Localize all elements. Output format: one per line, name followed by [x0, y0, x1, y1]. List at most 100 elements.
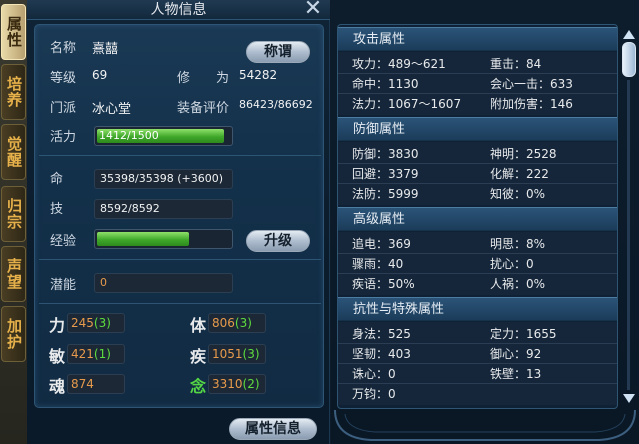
attribute-value: 1051(3)	[208, 344, 266, 364]
scroll-up-arrow-icon[interactable]	[623, 30, 635, 39]
attribute-base: 806	[212, 316, 235, 330]
attribute-entry: 坚韧：403	[352, 347, 411, 361]
attribute-base: 245	[71, 316, 94, 330]
divider	[39, 259, 321, 260]
exp-label: 经验	[50, 234, 77, 249]
title-button[interactable]: 称谓	[246, 41, 310, 63]
attribute-entry: 明思：8%	[490, 237, 546, 251]
attribute-bonus: (3)	[93, 316, 111, 330]
attribute-base: 421	[71, 347, 94, 361]
attribute-entry: 重击：84	[490, 57, 542, 71]
row-separator	[338, 383, 617, 384]
attribute-entry: 知彼：0%	[490, 187, 546, 201]
row-separator	[338, 343, 617, 344]
potential-label: 潜能	[50, 278, 77, 293]
side-tab-3[interactable]: 归宗	[1, 186, 26, 242]
attribute-label: 体	[190, 316, 207, 335]
gear-score-label: 装备评价	[177, 101, 230, 116]
attribute-label: 念	[190, 377, 207, 396]
hp-value: 35398/35398 (+3600)	[94, 169, 233, 189]
attribute-entry: 化解：222	[490, 167, 549, 181]
attribute-bonus: (2)	[242, 377, 260, 391]
exp-bar-fill	[97, 232, 189, 246]
character-info-panel: 人物信息 ✕ 名称 熹囍 称谓 等级 69 修 为 54282 门派 冰心堂 装…	[27, 0, 330, 444]
side-tab-0[interactable]: 属性	[1, 4, 26, 60]
gear-score-value: 86423/86692	[239, 98, 313, 111]
attribute-base: 1051	[212, 347, 243, 361]
side-tab-1[interactable]: 培养	[1, 64, 26, 120]
attribute-entry: 定力：1655	[490, 327, 557, 341]
vitality-value: 1412/1500	[99, 129, 159, 142]
frame-ornament	[334, 410, 636, 441]
row-separator	[338, 363, 617, 364]
attribute-info-button[interactable]: 属性信息	[229, 418, 317, 440]
attribute-entry: 身法：525	[352, 327, 411, 341]
attribute-detail-panel: 攻击属性 攻力：489～621 重击：84 命中：1130 会心一击：633 法力：106…	[331, 0, 639, 444]
attribute-entry: 御心：92	[490, 347, 542, 361]
section-header: 高级属性	[338, 207, 617, 231]
attribute-entry: 回避：3379	[352, 167, 419, 181]
level-value: 69	[92, 68, 108, 82]
attribute-entry: 扰心：0	[490, 257, 534, 271]
attribute-entry: 骤雨：40	[352, 257, 404, 271]
sect-label: 门派	[50, 101, 77, 116]
row-separator	[338, 273, 617, 274]
attribute-list: 攻击属性 攻力：489～621 重击：84 命中：1130 会心一击：633 法力：106…	[337, 24, 618, 409]
attribute-value: 421(1)	[67, 344, 125, 364]
attribute-entry: 防御：3830	[352, 147, 419, 161]
upgrade-button[interactable]: 升级	[246, 230, 310, 252]
section-header: 抗性与特殊属性	[338, 297, 617, 321]
side-tab-4[interactable]: 声望	[1, 246, 26, 302]
hp-label: 命	[50, 172, 64, 187]
attribute-base: 874	[71, 377, 94, 391]
character-info-box: 名称 熹囍 称谓 等级 69 修 为 54282 门派 冰心堂 装备评价 864…	[34, 24, 324, 408]
scrollbar[interactable]	[621, 30, 637, 408]
attribute-base: 3310	[212, 377, 243, 391]
attribute-label: 敏	[49, 347, 66, 366]
close-icon[interactable]: ✕	[302, 0, 324, 20]
scroll-track[interactable]	[627, 80, 630, 390]
vitality-bar: 1412/1500	[94, 126, 233, 146]
row-separator	[338, 73, 617, 74]
section-header: 防御属性	[338, 117, 617, 141]
name-label: 名称	[50, 41, 77, 56]
attribute-value: 806(3)	[208, 313, 266, 333]
attribute-entry: 法防：5999	[352, 187, 419, 201]
cultivation-value: 54282	[239, 68, 278, 82]
skill-label: 技	[50, 202, 64, 217]
attribute-entry: 人祸：0%	[490, 277, 546, 291]
level-label: 等级	[50, 71, 77, 86]
attribute-entry: 命中：1130	[352, 77, 419, 91]
side-tab-2[interactable]: 觉醒	[1, 124, 26, 180]
attribute-value: 874	[67, 374, 125, 394]
scroll-down-arrow-icon[interactable]	[623, 394, 635, 403]
side-tab-bar: 属性 培养 觉醒归宗 声望 加护	[0, 0, 27, 444]
attribute-value: 245(3)	[67, 313, 125, 333]
skill-value: 8592/8592	[94, 199, 233, 219]
divider	[39, 303, 321, 304]
attribute-entry: 神明：2528	[490, 147, 557, 161]
attribute-label: 疾	[190, 347, 207, 366]
attribute-entry: 疾语：50%	[352, 277, 415, 291]
row-separator	[338, 183, 617, 184]
sect-value: 冰心堂	[92, 102, 132, 117]
window-title: 人物信息	[27, 0, 330, 20]
attribute-entry: 附加伤害：146	[490, 97, 573, 111]
divider	[39, 155, 321, 156]
attribute-bonus: (3)	[234, 316, 252, 330]
attribute-entry: 会心一击：633	[490, 77, 573, 91]
vitality-label: 活力	[50, 130, 77, 145]
row-separator	[338, 253, 617, 254]
attribute-entry: 攻力：489～621	[352, 57, 446, 71]
attribute-entry: 铁壁：13	[490, 367, 542, 381]
scroll-thumb[interactable]	[622, 42, 636, 77]
attribute-entry: 追电：369	[352, 237, 411, 251]
side-tab-5[interactable]: 加护	[1, 306, 26, 362]
section-header: 攻击属性	[338, 27, 617, 51]
attribute-label: 力	[49, 316, 66, 335]
row-separator	[338, 163, 617, 164]
potential-value: 0	[94, 273, 233, 293]
attribute-label: 魂	[49, 377, 66, 396]
exp-bar	[94, 229, 233, 249]
attribute-bonus: (3)	[242, 347, 260, 361]
